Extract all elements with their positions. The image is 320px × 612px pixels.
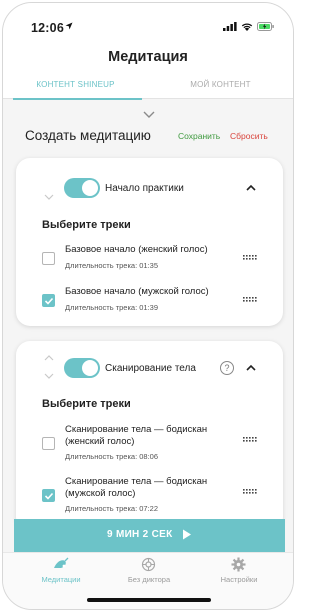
help-icon[interactable]: ? [220,361,234,375]
block-enabled-toggle[interactable] [64,178,100,198]
home-indicator [87,598,211,602]
track-name: Сканирование тела — бодискан (женский го… [65,424,208,447]
nav-item-meditations[interactable]: Медитации [13,553,109,593]
tab-label: МОЙ КОНТЕНТ [190,80,251,89]
track-name: Базовое начало (мужской голос) [65,286,209,297]
play-meditation-button[interactable]: 9 МИН 2 СЕК [14,519,285,552]
toggle-knob [82,360,98,376]
nav-item-settings[interactable]: Настройки [191,553,287,593]
track-duration: Длительность трека: 01:39 [65,303,159,312]
choose-tracks-label: Выберите треки [42,398,131,410]
wifi-icon [241,23,253,31]
move-down-arrow-icon[interactable] [44,194,54,200]
block-title: Сканирование тела [105,363,196,374]
drag-handle-icon[interactable] [243,489,257,494]
reset-button[interactable]: Сбросить [230,131,268,141]
save-button[interactable]: Сохранить [178,131,220,141]
status-time: 12:06 [31,21,64,35]
track-duration: Длительность трека: 08:06 [65,452,159,461]
content-tabs: КОНТЕНТ SHINEUP МОЙ КОНТЕНТ [3,73,293,100]
track-name: Сканирование тела — бодискан (мужской го… [65,476,208,499]
track-duration: Длительность трека: 07:22 [65,504,159,513]
track-checkbox[interactable] [42,252,55,265]
page-title: Медитация [108,49,188,65]
location-arrow-icon [65,22,73,30]
track-checkbox[interactable] [42,437,55,450]
track-checkbox[interactable] [42,489,55,502]
checkmark-icon [44,492,54,500]
nav-label: Настройки [220,575,258,584]
track-duration: Длительность трека: 01:35 [65,261,159,270]
move-up-arrow-icon[interactable] [44,355,54,361]
choose-tracks-label: Выберите треки [42,219,131,231]
nav-item-no-narrator[interactable]: Без диктора [101,553,197,593]
block-title: Начало практики [105,183,184,194]
nav-label: Без диктора [127,575,171,584]
drag-handle-icon[interactable] [243,437,257,442]
app-header: Медитация [3,43,293,73]
section-title: Создать медитацию [25,128,151,143]
block-card-start-practice: Начало практики Выберите треки Базовое н… [16,158,283,326]
create-meditation-header: Создать медитацию Сохранить Сбросить [3,126,293,146]
tab-label: КОНТЕНТ SHINEUP [36,80,115,89]
track-name: Базовое начало (женский голос) [65,244,208,255]
drag-handle-icon[interactable] [243,297,257,302]
block-card-body-scan: Сканирование тела ? Выберите треки Скани… [16,341,283,531]
checkmark-icon [44,297,54,305]
collapse-caret-icon[interactable] [246,184,256,191]
tab-my-content[interactable]: МОЙ КОНТЕНТ [148,73,293,99]
move-down-arrow-icon[interactable] [44,373,54,379]
meditation-icon [54,557,69,568]
tab-shineup-content[interactable]: КОНТЕНТ SHINEUP [3,73,148,100]
toggle-knob [82,180,98,196]
battery-charging-icon [257,22,274,31]
drag-handle-icon[interactable] [243,255,257,260]
phone-frame: 12:06 Медитация КОНТЕНТ SHINEUP МОЙ КОНТ… [2,2,294,610]
cellular-signal-icon [223,22,237,31]
total-duration-label: 9 МИН 2 СЕК [107,529,173,540]
no-narrator-icon [141,557,156,572]
block-enabled-toggle[interactable] [64,358,100,378]
settings-gear-icon [231,557,246,572]
status-bar: 12:06 [3,3,293,43]
active-tab-underline [13,98,142,100]
chevron-down-icon[interactable] [143,111,155,118]
track-checkbox[interactable] [42,294,55,307]
nav-label: Медитации [41,575,81,584]
play-icon [183,529,191,540]
collapse-caret-icon[interactable] [246,364,256,371]
